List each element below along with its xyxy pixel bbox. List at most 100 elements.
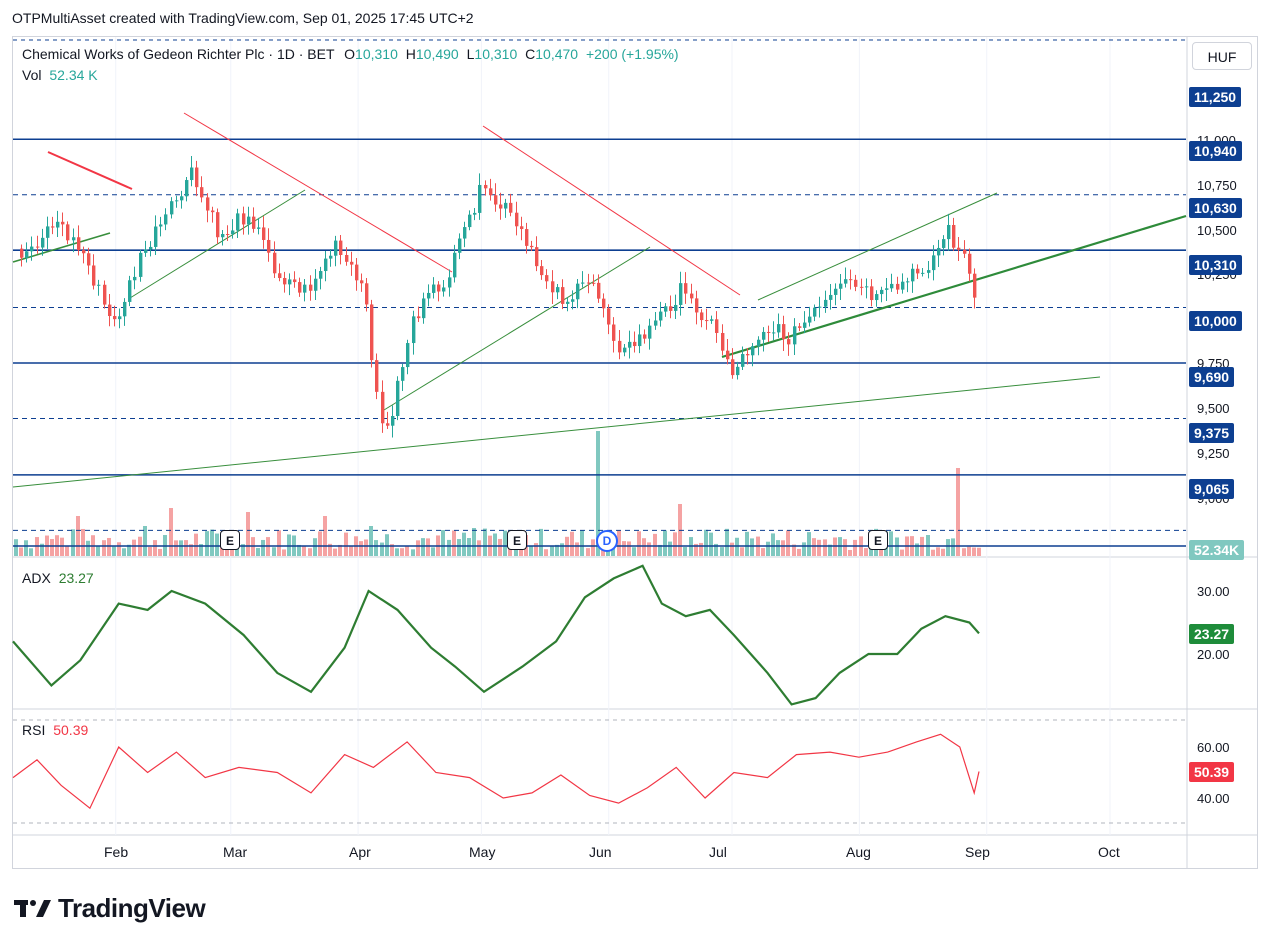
x-label-feb: Feb — [104, 844, 129, 860]
candle-body — [684, 283, 688, 294]
level-badge-10310: 10,310 — [1189, 255, 1242, 275]
candle-body — [751, 346, 755, 356]
volume-bar — [467, 538, 471, 556]
candle-body — [334, 240, 338, 256]
level-badge-10630: 10,630 — [1189, 198, 1242, 218]
candle-body — [870, 286, 874, 301]
volume-bar — [14, 539, 18, 556]
volume-bar — [802, 542, 806, 556]
candle-body — [365, 283, 369, 305]
volume-bar — [117, 542, 121, 556]
volume-bar — [441, 530, 445, 556]
candle-body — [767, 331, 771, 333]
candle-body — [386, 423, 390, 426]
candle-body — [72, 237, 76, 241]
candle-body — [484, 184, 488, 189]
candles — [20, 156, 977, 438]
earnings-marker-2[interactable]: E — [507, 530, 527, 550]
candle-body — [252, 216, 256, 229]
candle-body — [571, 299, 575, 302]
candle-body — [231, 230, 235, 235]
volume-bar — [462, 532, 466, 556]
candle-body — [139, 252, 143, 277]
legend-high-value: 10,490 — [415, 46, 459, 62]
candle-body — [710, 319, 714, 321]
candle-body — [175, 200, 179, 202]
volume-bar — [447, 539, 451, 556]
candle-body — [144, 249, 148, 253]
legend-change: +200 (+1.95%) — [585, 46, 679, 62]
volume-bar — [369, 526, 373, 556]
candle-body — [195, 167, 199, 188]
currency-button[interactable]: HUF — [1192, 42, 1252, 70]
legend-close-value: 10,470 — [535, 46, 579, 62]
volume-bar — [318, 531, 322, 556]
earnings-marker-3[interactable]: E — [868, 530, 888, 550]
candle-body — [932, 255, 936, 271]
candle-body — [360, 280, 364, 284]
volume-bar — [421, 538, 425, 556]
volume-bar — [132, 539, 136, 556]
candle-body — [664, 306, 668, 312]
legend-low-value: 10,310 — [474, 46, 518, 62]
adx-badge: 23.27 — [1189, 624, 1235, 644]
candle-body — [309, 284, 313, 291]
volume-bar — [709, 532, 713, 556]
volume-bar — [400, 548, 404, 556]
candle-body — [350, 261, 354, 265]
candle-body — [520, 226, 524, 230]
candle-body — [273, 252, 277, 274]
candle-body — [375, 360, 379, 392]
price-tick-9500: 9,500 — [1197, 401, 1230, 416]
volume-bar — [570, 531, 574, 556]
legend-vol-value: 52.34 K — [49, 67, 98, 83]
candle-body — [391, 416, 395, 426]
rsi-value: 50.39 — [53, 722, 89, 738]
candle-body — [247, 216, 251, 225]
volume-bar — [580, 530, 584, 556]
candle-body — [772, 332, 776, 334]
candle-body — [128, 280, 132, 302]
candle-body — [499, 204, 503, 209]
volume-bar — [781, 540, 785, 556]
volume-bar — [205, 531, 209, 556]
volume-bar — [349, 546, 353, 556]
candle-body — [406, 343, 410, 368]
candle-body — [494, 195, 498, 205]
rsi-tick-60: 60.00 — [1197, 740, 1230, 755]
x-label-jun: Jun — [589, 844, 612, 860]
candle-body — [911, 268, 915, 282]
candle-body — [731, 359, 735, 376]
volume-bar — [107, 537, 111, 556]
chart-svg[interactable] — [0, 0, 1271, 944]
volume-bar — [272, 547, 276, 556]
earnings-marker-1[interactable]: E — [220, 530, 240, 550]
candle-body — [638, 334, 642, 347]
volume-bar — [71, 529, 75, 556]
volume-bar — [194, 533, 198, 556]
candle-body — [149, 246, 153, 250]
volume-bar — [591, 539, 595, 556]
volume-bar — [81, 528, 85, 556]
candle-body — [607, 308, 611, 325]
legend-title: Chemical Works of Gedeon Richter Plc · 1… — [22, 46, 335, 62]
volume-bar — [380, 542, 384, 556]
legend-open-value: 10,310 — [355, 46, 398, 62]
candle-body — [170, 201, 174, 215]
candle-body — [437, 284, 441, 292]
dividend-marker[interactable]: D — [596, 530, 618, 552]
candle-body — [875, 294, 879, 301]
candle-body — [890, 283, 894, 289]
candle-body — [211, 210, 215, 213]
price-tick-10750: 10,750 — [1197, 178, 1237, 193]
candle-body — [422, 298, 426, 319]
volume-bar — [725, 528, 729, 556]
volume-bar — [179, 540, 183, 556]
trendline-1 — [12, 376, 1101, 488]
candle-body — [61, 221, 65, 225]
candle-body — [860, 286, 864, 288]
candle-body — [597, 282, 601, 299]
candle-body — [808, 316, 812, 323]
trendline-6 — [383, 246, 651, 411]
volume-bar — [812, 538, 816, 556]
